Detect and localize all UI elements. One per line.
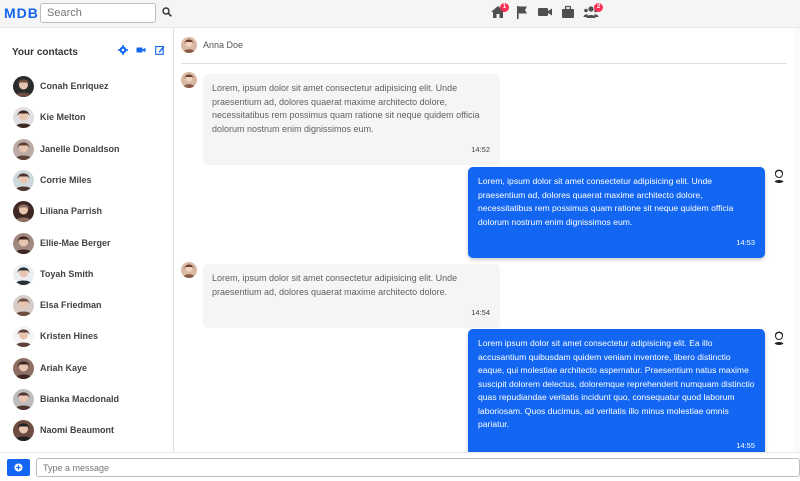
received-message: Lorem, ipsum dolor sit amet consectetur … — [203, 74, 500, 165]
contact-item[interactable]: Toyah Smith — [13, 263, 168, 288]
avatar — [13, 295, 34, 317]
home-badge: 1 — [500, 3, 509, 12]
app-logo[interactable]: MDB — [4, 5, 39, 21]
contact-name: Liliana Parrish — [40, 206, 103, 217]
sent-message: Lorem ipsum dolor sit amet consectetur a… — [468, 329, 765, 460]
scrollbar[interactable] — [794, 28, 800, 452]
contact-item[interactable]: Ellie-Mae Berger — [13, 232, 168, 257]
add-attachment-button[interactable] — [7, 459, 30, 476]
message-text: Lorem, ipsum dolor sit amet consectetur … — [212, 273, 458, 297]
video-call-icon[interactable] — [136, 45, 146, 55]
message-time: 14:55 — [736, 440, 755, 450]
briefcase-icon[interactable] — [560, 4, 576, 20]
search-input[interactable] — [40, 3, 156, 23]
contact-item[interactable]: Ariah Kaye — [13, 357, 168, 382]
avatar — [181, 37, 197, 53]
avatar — [13, 169, 34, 191]
contact-item[interactable]: Elsa Friedman — [13, 295, 168, 319]
avatar — [771, 167, 787, 183]
video-icon[interactable] — [537, 4, 553, 20]
message-input[interactable] — [36, 458, 800, 477]
message-time: 14:53 — [736, 238, 755, 247]
top-navbar: MDB 1 2 — [0, 0, 800, 28]
contact-name: Ellie-Mae Berger — [40, 237, 111, 248]
message-text: Lorem, ipsum dolor sit amet consectetur … — [212, 83, 480, 134]
contact-name: Naomi Beaumont — [40, 425, 115, 436]
avatar — [13, 357, 34, 379]
avatar — [13, 420, 34, 442]
contact-name: Ariah Kaye — [40, 362, 88, 373]
contact-item[interactable]: Liliana Parrish — [13, 201, 168, 225]
avatar — [13, 232, 34, 254]
contact-name: Kristen Hines — [40, 331, 99, 342]
avatar — [13, 107, 34, 129]
gear-icon[interactable] — [118, 45, 128, 55]
contact-name: Corrie Miles — [40, 174, 92, 185]
avatar — [13, 201, 34, 223]
contact-item[interactable]: Corrie Miles — [13, 169, 168, 194]
contact-item[interactable]: Kristen Hines — [13, 326, 168, 350]
message-time: 14:54 — [471, 308, 490, 317]
contact-item[interactable]: Conah Enriquez — [13, 76, 168, 100]
chat-contact-name: Anna Doe — [203, 40, 244, 50]
avatar — [13, 389, 34, 410]
contact-name: Conah Enriquez — [40, 81, 109, 91]
contact-name: Kie Melton — [40, 112, 86, 123]
contact-item[interactable]: Bianka Macdonald — [13, 389, 168, 413]
avatar — [13, 138, 34, 160]
contacts-sidebar: Your contacts Conah Enriquez Kie Melton Ja… — [0, 28, 174, 452]
flag-icon[interactable] — [514, 4, 530, 20]
message-time: 14:52 — [471, 145, 490, 154]
plus-circle-icon — [14, 463, 23, 472]
users-badge: 2 — [594, 3, 603, 12]
compose-icon[interactable] — [155, 45, 165, 55]
search-icon[interactable] — [162, 7, 172, 17]
avatar — [13, 326, 34, 348]
sent-message: Lorem, ipsum dolor sit amet consectetur … — [468, 167, 765, 258]
avatar — [181, 262, 197, 278]
contact-item[interactable]: Kie Melton — [13, 107, 168, 131]
avatar — [13, 263, 34, 285]
contact-name: Toyah Smith — [40, 268, 94, 279]
contact-name: Janelle Donaldson — [40, 143, 120, 154]
contact-item[interactable]: Naomi Beaumont — [13, 420, 168, 444]
divider — [181, 63, 787, 64]
avatar — [181, 72, 197, 88]
message-text: Lorem ipsum dolor sit amet consectetur a… — [478, 338, 755, 429]
message-text: Lorem, ipsum dolor sit amet consectetur … — [478, 176, 734, 227]
composer-bar — [0, 452, 800, 480]
contact-name: Bianka Macdonald — [40, 394, 120, 404]
contact-item[interactable]: Janelle Donaldson — [13, 138, 168, 163]
received-message: Lorem, ipsum dolor sit amet consectetur … — [203, 264, 500, 328]
avatar — [771, 329, 787, 345]
contacts-title: Your contacts — [12, 47, 78, 58]
contact-name: Elsa Friedman — [40, 300, 102, 311]
avatar — [13, 76, 34, 97]
